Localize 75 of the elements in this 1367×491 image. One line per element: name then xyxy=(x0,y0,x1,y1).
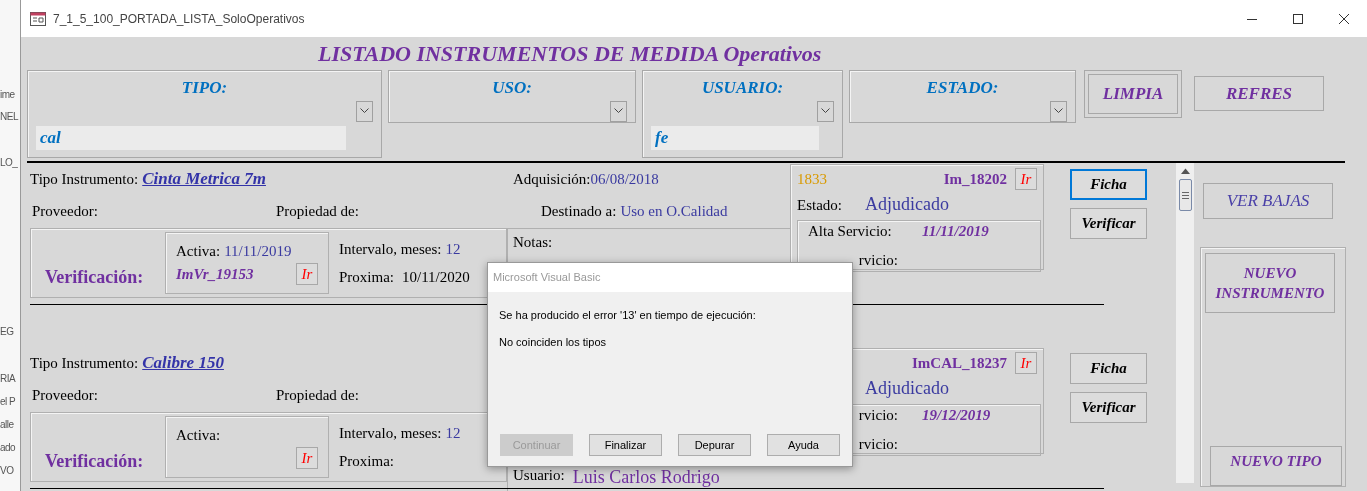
background-text: alle xyxy=(0,418,15,432)
field-value: 19/12/2019 xyxy=(922,406,991,425)
verify-button[interactable]: Verificar xyxy=(1070,208,1147,239)
form-icon xyxy=(30,11,46,26)
background-text: EG xyxy=(0,325,15,339)
header-button[interactable]: LIMPIA xyxy=(1084,70,1182,118)
header-button[interactable]: REFRES xyxy=(1194,76,1324,111)
form-title: LISTADO INSTRUMENTOS DE MEDIDA Operativos xyxy=(318,40,822,68)
field-value: 06/08/2018 xyxy=(590,169,659,189)
background-text: RIA xyxy=(0,372,17,386)
background-text: el P xyxy=(0,395,17,409)
field-label: Proveedor: xyxy=(31,201,99,221)
background-text: VO xyxy=(0,464,15,478)
field-label: rvicio: xyxy=(857,250,899,270)
instrument-code: Im_18202 xyxy=(943,170,1007,189)
field-label: Proxima: xyxy=(339,268,394,287)
filter-label: TIPO: xyxy=(181,77,228,99)
side-button[interactable]: VER BAJAS xyxy=(1203,183,1333,219)
field-value: 12 xyxy=(445,423,461,443)
error-detail: No coinciden los tipos xyxy=(498,334,607,350)
field-label: Destinado a: xyxy=(541,201,617,221)
field-value: 12 xyxy=(445,239,461,259)
dialog-button[interactable]: Depurar xyxy=(678,434,751,456)
field-label: Estado: xyxy=(797,195,843,215)
field-label: Tipo Instrumento: xyxy=(30,170,139,190)
field-label: Activa: xyxy=(176,241,221,261)
verify-button[interactable]: Verificar xyxy=(1070,392,1147,423)
background-text: LO_ xyxy=(0,156,19,170)
field-label: Proveedor: xyxy=(31,385,99,405)
instrument-code: ImCAL_18237 xyxy=(912,354,1007,373)
field-label: Adquisición: xyxy=(513,169,591,189)
field-label: Usuario: xyxy=(513,466,565,485)
instrument-link[interactable]: Calibre 150 xyxy=(142,350,224,376)
record-button[interactable]: Ficha xyxy=(1070,169,1147,200)
side-button[interactable]: NUEVO INSTRUMENTO xyxy=(1205,253,1335,314)
scrollbar[interactable] xyxy=(1176,163,1194,483)
instrument-link[interactable]: Cinta Metrica 7m xyxy=(142,166,266,192)
background-text: ado xyxy=(0,441,17,455)
filter-label: USO: xyxy=(492,77,532,99)
dialog-title: Microsoft Visual Basic xyxy=(493,270,601,286)
field-label: Notas: xyxy=(513,233,554,252)
field-label: rvicio: xyxy=(857,406,899,425)
field-label: Propiedad de: xyxy=(276,385,360,405)
filter-label: ESTADO: xyxy=(926,77,999,99)
field-label: Proxima: xyxy=(339,452,394,471)
dialog-button[interactable]: Finalizar xyxy=(589,434,662,456)
status-value: Adjudicado xyxy=(865,192,949,216)
background-text: NEL xyxy=(0,110,20,124)
verification-code: ImVr_19153 xyxy=(176,265,254,284)
side-button[interactable]: NUEVO TIPO xyxy=(1210,446,1342,486)
field-label: Alta Servicio: xyxy=(808,222,893,241)
verification-label: Verificación: xyxy=(44,266,145,289)
record-button[interactable]: Ficha xyxy=(1070,353,1147,384)
field-value: 10/11/2020 xyxy=(402,268,470,287)
background-text: ime xyxy=(0,88,16,102)
filter-label: USUARIO: xyxy=(701,77,784,99)
dialog-button[interactable]: Ayuda xyxy=(767,434,840,456)
field-label: Intervalo, meses: xyxy=(339,423,442,443)
field-value: 11/11/2019 xyxy=(224,241,292,261)
filter-input[interactable]: cal xyxy=(36,125,347,150)
status-value: Adjudicado xyxy=(865,376,949,400)
field-value: 11/11/2019 xyxy=(922,222,989,241)
instrument-number: 1833 xyxy=(797,170,827,189)
window-title: 7_1_5_100_PORTADA_LISTA_SoloOperativos xyxy=(53,10,305,28)
scroll-up-icon[interactable] xyxy=(1180,168,1190,174)
filter-input[interactable]: fe xyxy=(651,125,820,150)
field-label: Activa: xyxy=(176,425,221,445)
field-label: Propiedad de: xyxy=(276,201,360,221)
field-value: Luis Carlos Rodrigo xyxy=(572,466,720,488)
scroll-thumb[interactable] xyxy=(1178,179,1192,211)
field-label: Intervalo, meses: xyxy=(339,239,442,259)
verification-label: Verificación: xyxy=(44,450,145,473)
field-value: Uso en O.Calidad xyxy=(620,201,728,221)
field-label: Tipo Instrumento: xyxy=(30,354,139,374)
error-message: Se ha producido el error '13' en tiempo de ejecución: xyxy=(498,308,757,323)
